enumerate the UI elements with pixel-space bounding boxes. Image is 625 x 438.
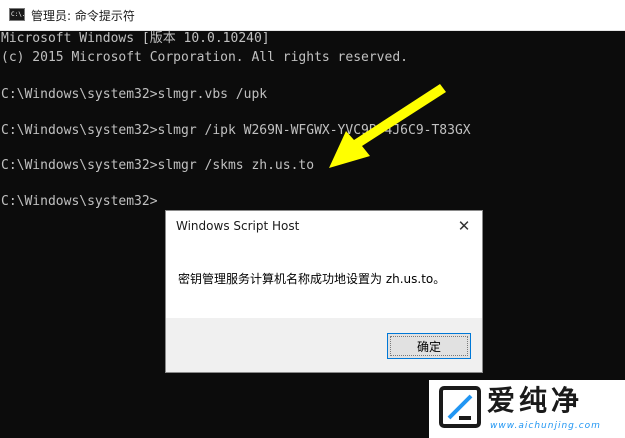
- console-line: C:\Windows\system32>slmgr /skms zh.us.to: [1, 158, 315, 173]
- console-line: C:\Windows\system32>: [1, 194, 158, 209]
- watermark-url: www.aichunjing.com: [490, 421, 601, 431]
- dialog-title: Windows Script Host: [176, 219, 300, 233]
- watermark: 爱纯净 www.aichunjing.com: [429, 380, 625, 438]
- window-title: 管理员: 命令提示符: [31, 9, 135, 23]
- cmd-icon: C:\.: [9, 8, 25, 21]
- aichunjing-logo-icon: [439, 386, 481, 428]
- dialog-footer: 确定: [166, 318, 482, 372]
- message-dialog: Windows Script Host ✕ 密钥管理服务计算机名称成功地设置为 …: [165, 210, 483, 373]
- console-line: C:\Windows\system32>slmgr /ipk W269N-WFG…: [1, 123, 471, 138]
- console-line: C:\Windows\system32>slmgr.vbs /upk: [1, 87, 268, 102]
- window-titlebar[interactable]: C:\. 管理员: 命令提示符: [0, 0, 625, 31]
- close-icon[interactable]: ✕: [452, 215, 476, 237]
- dialog-message: 密钥管理服务计算机名称成功地设置为 zh.us.to。: [178, 272, 446, 286]
- ok-button[interactable]: 确定: [387, 333, 471, 359]
- watermark-brand: 爱纯净: [487, 384, 584, 417]
- console-line: Microsoft Windows [版本 10.0.10240]: [1, 31, 270, 46]
- console-line: (c) 2015 Microsoft Corporation. All righ…: [1, 50, 408, 65]
